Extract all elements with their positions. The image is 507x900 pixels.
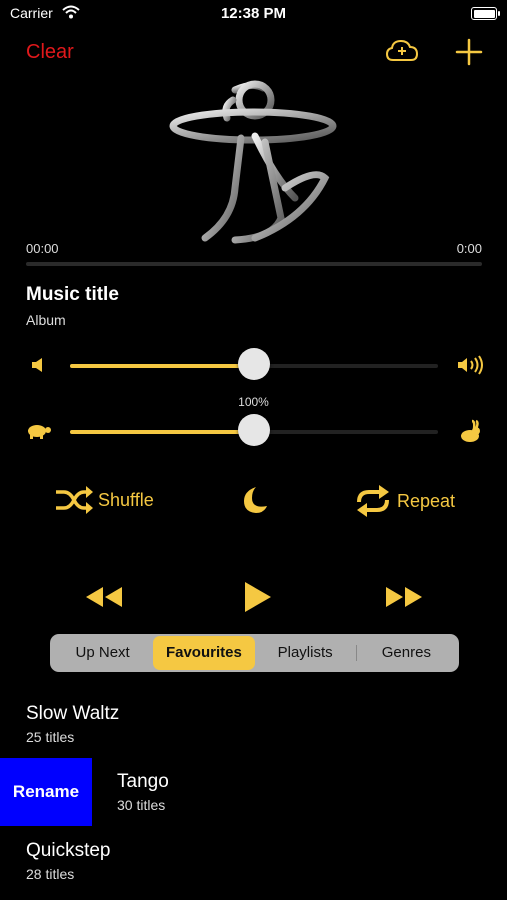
speed-fill xyxy=(70,430,254,434)
cloud-add-icon[interactable] xyxy=(384,36,420,68)
rabbit-icon xyxy=(461,419,480,442)
volume-low-icon xyxy=(32,358,42,372)
remaining-time: 0:00 xyxy=(456,241,482,256)
elapsed-time: 00:00 xyxy=(26,241,59,256)
rewind-icon[interactable] xyxy=(84,585,124,609)
add-icon[interactable] xyxy=(455,38,483,66)
playback-progress-bar[interactable] xyxy=(26,262,482,266)
battery-icon xyxy=(471,7,500,20)
tab-genres[interactable]: Genres xyxy=(355,636,457,670)
shuffle-icon xyxy=(56,486,93,514)
repeat-button[interactable]: Repeat xyxy=(353,484,455,518)
repeat-icon xyxy=(357,485,389,517)
volume-fill xyxy=(70,364,254,368)
list-item-title[interactable]: Tango xyxy=(117,771,169,793)
tab-up-next[interactable]: Up Next xyxy=(52,636,153,670)
list-item-subtitle: 28 titles xyxy=(26,866,75,882)
play-icon[interactable] xyxy=(243,580,273,614)
turtle-icon xyxy=(28,425,51,439)
volume-slider-thumb[interactable] xyxy=(238,348,270,380)
clear-button[interactable]: Clear xyxy=(26,41,74,64)
track-album: Album xyxy=(26,312,66,328)
shuffle-label: Shuffle xyxy=(98,489,154,510)
clock: 12:38 PM xyxy=(220,5,287,22)
list-item-title[interactable]: Quickstep xyxy=(26,840,110,862)
repeat-label: Repeat xyxy=(397,490,456,511)
list-item-subtitle: 30 titles xyxy=(117,797,166,813)
speed-slider-thumb[interactable] xyxy=(238,414,270,446)
list-item-title[interactable]: Slow Waltz xyxy=(26,703,119,725)
tab-playlists[interactable]: Playlists xyxy=(255,636,356,670)
track-title: Music title xyxy=(26,284,119,305)
tab-favourites[interactable]: Favourites xyxy=(153,636,255,670)
sleep-timer-moon-icon[interactable] xyxy=(240,485,268,515)
shuffle-button[interactable]: Shuffle xyxy=(54,485,154,515)
status-bar: Carrier 12:38 PM xyxy=(0,0,507,30)
volume-high-icon xyxy=(458,355,483,375)
fast-forward-icon[interactable] xyxy=(384,585,424,609)
library-tab-control: Up Next Favourites Playlists Genres xyxy=(50,634,459,672)
dancer-artwork xyxy=(169,80,337,244)
list-item-subtitle: 25 titles xyxy=(26,729,75,745)
rename-swipe-button[interactable]: Rename xyxy=(0,758,92,826)
speed-value-label: 100% xyxy=(238,395,269,409)
